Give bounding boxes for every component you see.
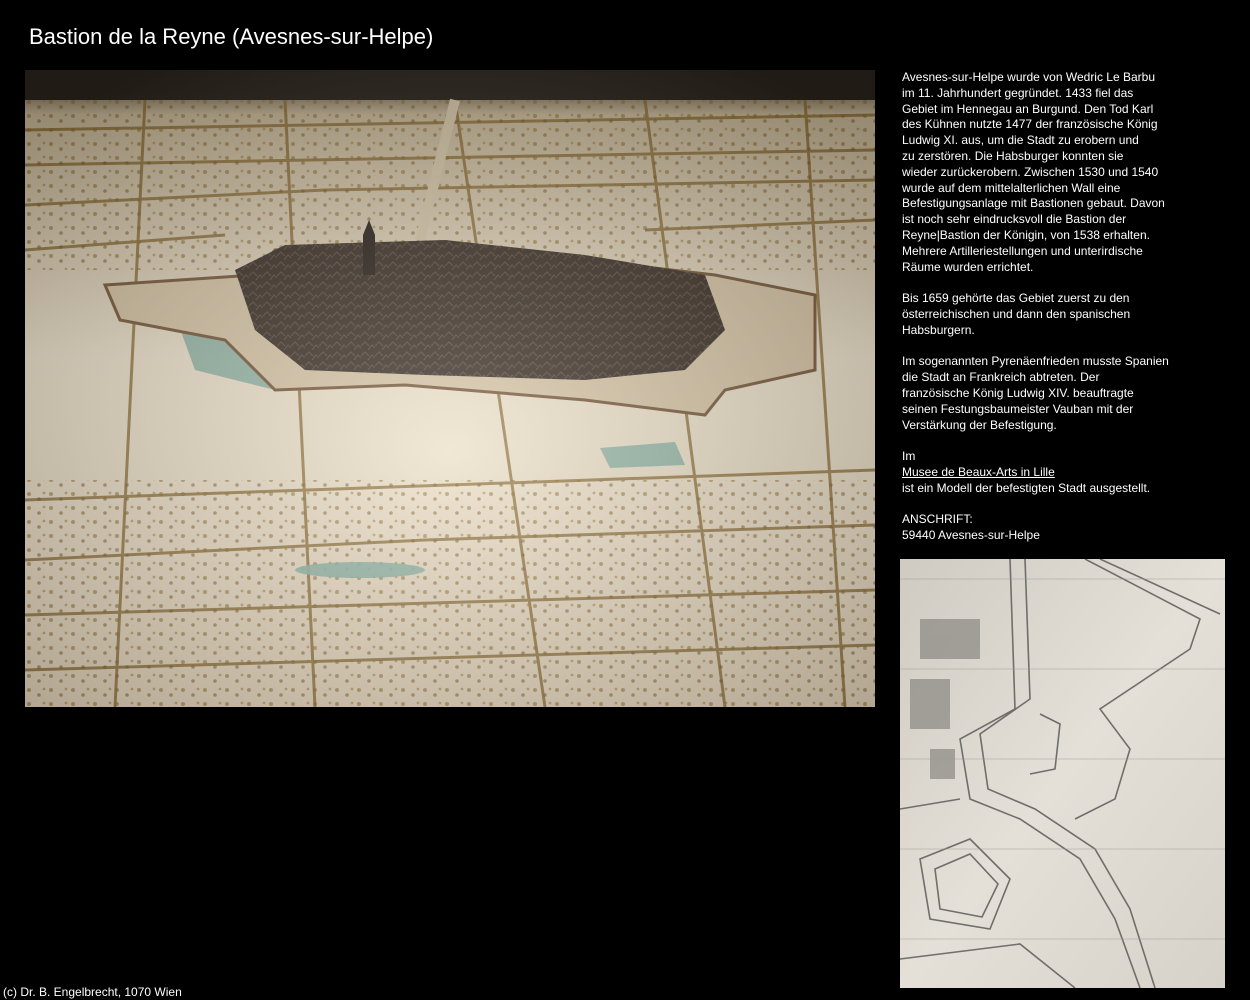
description-paragraph-museum: Im Musee de Beaux-Arts in Lille ist ein … <box>902 449 1202 496</box>
address-block: ANSCHRIFT: 59440 Avesnes-sur-Helpe <box>902 512 1202 544</box>
page-title: Bastion de la Reyne (Avesnes-sur-Helpe) <box>29 24 434 49</box>
description-paragraph-vauban: Im sogenannten Pyrenäenfrieden musste Sp… <box>902 354 1202 433</box>
text-line: Gebiet im Hennegau an Burgund. Den Tod K… <box>902 101 1154 116</box>
text-line: Im sogenannten Pyrenäenfrieden musste Sp… <box>902 354 1169 369</box>
text-line: Reyne|Bastion der Königin, von 1538 erha… <box>902 227 1150 242</box>
text-line: Ludwig XI. aus, um die Stadt zu erobern … <box>902 133 1139 148</box>
address-value: 59440 Avesnes-sur-Helpe <box>902 528 1040 543</box>
fortification-plan-photo <box>900 559 1225 988</box>
town-model-photo <box>25 70 875 707</box>
text-line: österreichischen und dann den spanischen <box>902 306 1131 321</box>
description-paragraph-history: Avesnes-sur-Helpe wurde von Wedric Le Ba… <box>902 70 1202 275</box>
text-line: wurde auf dem mittelalterlichen Wall ein… <box>902 180 1121 195</box>
museum-suffix: ist ein Modell der befestigten Stadt aus… <box>902 480 1151 495</box>
text-line: des Kühnen nutzte 1477 der französische … <box>902 117 1158 132</box>
address-label: ANSCHRIFT: <box>902 512 973 527</box>
text-line: Bis 1659 gehörte das Gebiet zuerst zu de… <box>902 291 1130 306</box>
museum-prefix: Im <box>902 449 916 464</box>
text-line: seinen Festungsbaumeister Vauban mit der <box>902 401 1134 416</box>
copyright-footer: (c) Dr. B. Engelbrecht, 1070 Wien <box>3 985 182 999</box>
text-line: Mehrere Artilleriestellungen und unterir… <box>902 243 1143 258</box>
text-line: ist noch sehr eindrucksvoll die Bastion … <box>902 212 1127 227</box>
text-line: Avesnes-sur-Helpe wurde von Wedric Le Ba… <box>902 70 1156 84</box>
text-line: Habsburgern. <box>902 322 975 337</box>
text-line: die Stadt an Frankreich abtreten. Der <box>902 370 1100 385</box>
museum-link[interactable]: Musee de Beaux-Arts in Lille <box>902 465 1055 479</box>
text-line: Verstärkung der Befestigung. <box>902 417 1057 432</box>
description-panel: Avesnes-sur-Helpe wurde von Wedric Le Ba… <box>902 70 1202 560</box>
text-line: Räume wurden errichtet. <box>902 259 1034 274</box>
description-paragraph-habsburg: Bis 1659 gehörte das Gebiet zuerst zu de… <box>902 291 1202 338</box>
text-line: wieder zurückerobern. Zwischen 1530 und … <box>902 164 1159 179</box>
text-line: Befestigungsanlage mit Bastionen gebaut.… <box>902 196 1165 211</box>
text-line: im 11. Jahrhundert gegründet. 1433 fiel … <box>902 85 1134 100</box>
text-line: zu zerstören. Die Habsburger konnten sie <box>902 148 1124 163</box>
text-line: französische König Ludwig XIV. beauftrag… <box>902 385 1134 400</box>
